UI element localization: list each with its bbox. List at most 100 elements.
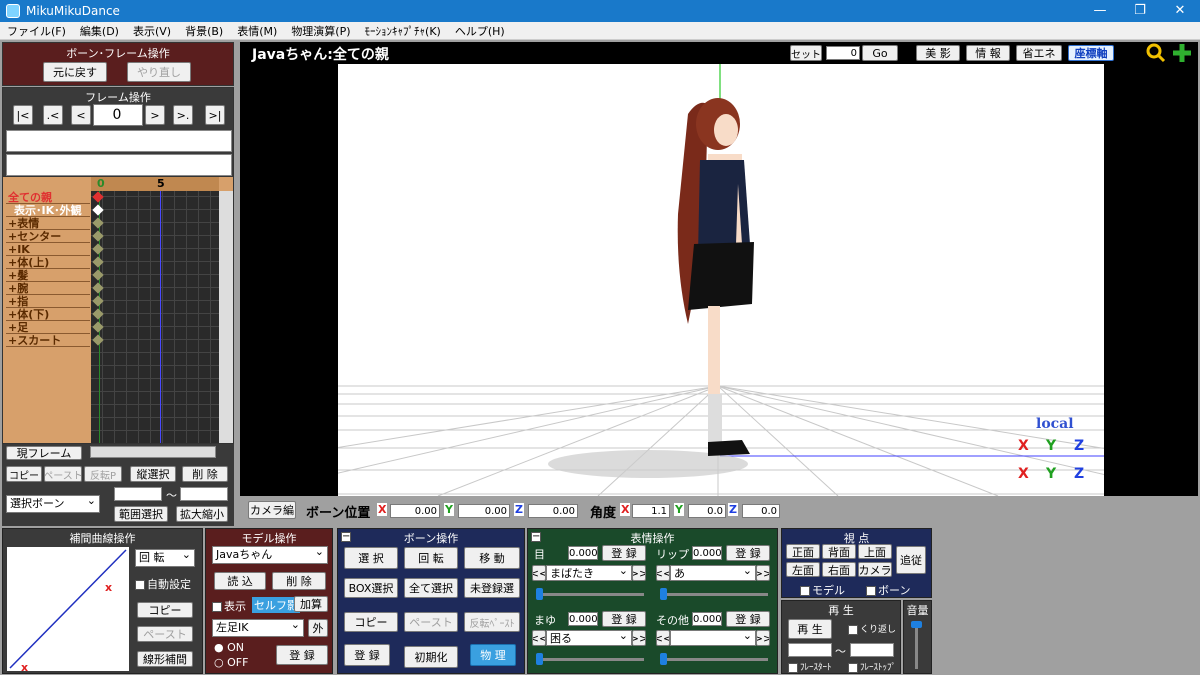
go-button[interactable]: Go bbox=[862, 45, 898, 61]
character-model[interactable] bbox=[668, 94, 778, 464]
morph-brow-next[interactable]: >> bbox=[632, 630, 646, 646]
axis-button[interactable]: 座標軸 bbox=[1068, 45, 1114, 61]
bone-copy-button[interactable]: コピー bbox=[344, 612, 398, 632]
view-follow-button[interactable]: 追従 bbox=[896, 546, 926, 574]
timeline-scrollbar[interactable] bbox=[219, 191, 233, 443]
morph-eye-register[interactable]: 登 録 bbox=[602, 545, 646, 561]
morph-other-value[interactable]: 0.000 bbox=[692, 612, 722, 626]
camera-edit-button[interactable]: カメラ編 bbox=[248, 501, 296, 519]
scale-button[interactable]: 拡大縮小 bbox=[176, 506, 228, 522]
view-camera-button[interactable]: カメラ bbox=[858, 562, 892, 577]
timeline-row[interactable]: 全ての親 bbox=[6, 191, 90, 204]
repeat-checkbox[interactable]: くり返し bbox=[848, 622, 896, 635]
scene-canvas[interactable]: local X Y Z X Y Z bbox=[338, 64, 1104, 496]
x-rotate-icon[interactable]: X bbox=[1018, 438, 1029, 454]
close-icon[interactable]: ✕ bbox=[1160, 0, 1200, 22]
z-move-icon[interactable]: Z bbox=[1074, 466, 1084, 482]
curve-copy-button[interactable]: コピー bbox=[137, 602, 193, 618]
undo-button[interactable]: 元に戻す bbox=[43, 62, 107, 82]
curve-type-dropdown[interactable]: 回 転 bbox=[135, 549, 195, 567]
morph-other-register[interactable]: 登 録 bbox=[726, 611, 770, 627]
set-frame-button[interactable]: セット bbox=[790, 45, 822, 61]
info-button[interactable]: 情 報 bbox=[966, 45, 1010, 61]
timeline-row[interactable]: +センター bbox=[6, 230, 90, 243]
menu-motion-capture[interactable]: ﾓｰｼｮﾝｷｬﾌﾟﾁｬ(K) bbox=[365, 23, 441, 39]
frame-start-checkbox[interactable]: ﾌﾚｰｽﾀｰﾄ bbox=[788, 660, 832, 673]
view-bone-checkbox[interactable]: ボーン bbox=[866, 582, 910, 598]
ik-bone-dropdown[interactable]: 左足IK bbox=[212, 619, 304, 637]
minimize-icon[interactable]: — bbox=[1080, 0, 1120, 22]
play-end-input[interactable] bbox=[850, 643, 894, 657]
timeline-row[interactable]: +指 bbox=[6, 295, 90, 308]
bone-select-button[interactable]: 選 択 bbox=[344, 547, 398, 569]
play-start-input[interactable] bbox=[788, 643, 832, 657]
z-rotate-icon[interactable]: Z bbox=[1074, 438, 1084, 454]
linear-button[interactable]: 線形補間 bbox=[137, 651, 193, 667]
morph-other-slider[interactable] bbox=[660, 653, 768, 665]
timeline-row[interactable]: +体(下) bbox=[6, 308, 90, 321]
unregistered-select-button[interactable]: 未登録選 bbox=[464, 578, 520, 598]
invert-paste-bone-button[interactable]: 反転ﾍﾟｰｽﾄ bbox=[464, 612, 520, 632]
off-radio[interactable]: ○ OFF bbox=[214, 656, 248, 669]
timeline-row[interactable]: +スカート bbox=[6, 334, 90, 347]
last-frame-button[interactable]: >| bbox=[205, 105, 225, 125]
view-top-button[interactable]: 上面 bbox=[858, 544, 892, 559]
menu-physics[interactable]: 物理演算(P) bbox=[291, 23, 350, 39]
morph-other-dropdown[interactable] bbox=[670, 630, 756, 646]
pos-y-input[interactable]: 0.00 bbox=[458, 504, 510, 518]
auto-set-checkbox[interactable]: ✓ 自動設定 bbox=[135, 576, 191, 592]
physics-button[interactable]: 物 理 bbox=[470, 644, 516, 666]
bone-move-button[interactable]: 移 動 bbox=[464, 547, 520, 569]
bone-paste-button[interactable]: ペースト bbox=[404, 612, 458, 632]
invert-paste-button[interactable]: 反転P bbox=[84, 466, 122, 482]
morph-brow-dropdown[interactable]: 困る bbox=[546, 630, 632, 646]
volume-knob[interactable] bbox=[911, 621, 922, 628]
prev-frame-button[interactable]: < bbox=[71, 105, 91, 125]
rot-z-input[interactable]: 0.0 bbox=[742, 504, 780, 518]
first-frame-button[interactable]: |< bbox=[13, 105, 33, 125]
morph-brow-prev[interactable]: << bbox=[532, 630, 546, 646]
y-rotate-icon[interactable]: Y bbox=[1046, 438, 1056, 454]
view-left-button[interactable]: 左面 bbox=[786, 562, 820, 577]
timeline-row[interactable]: +腕 bbox=[6, 282, 90, 295]
self-shadow-toggle[interactable]: セルフ影 bbox=[252, 597, 300, 613]
prev-key-button[interactable]: .< bbox=[43, 105, 63, 125]
y-move-icon[interactable]: Y bbox=[1046, 466, 1056, 482]
range-select-button[interactable]: 範囲選択 bbox=[114, 506, 168, 522]
select-bone-dropdown[interactable]: 選択ボーン bbox=[6, 495, 100, 513]
next-key-button[interactable]: >. bbox=[173, 105, 193, 125]
morph-lip-prev[interactable]: << bbox=[656, 565, 670, 581]
view-front-button[interactable]: 正面 bbox=[786, 544, 820, 559]
timeline-row[interactable]: 表示･IK･外観 bbox=[6, 204, 90, 217]
play-button[interactable]: 再 生 bbox=[788, 619, 832, 639]
show-model-checkbox[interactable]: ✓ 表示 bbox=[212, 598, 246, 614]
add-button[interactable]: 加算 bbox=[294, 596, 328, 612]
frame-number-input[interactable]: 0 bbox=[93, 104, 143, 126]
menu-view[interactable]: 表示(V) bbox=[133, 23, 171, 39]
register-ik-button[interactable]: 登 録 bbox=[276, 645, 328, 665]
morph-other-prev[interactable]: << bbox=[656, 630, 670, 646]
vertical-select-button[interactable]: 縦選択 bbox=[130, 466, 176, 482]
volume-slider[interactable] bbox=[911, 621, 922, 669]
menu-help[interactable]: ヘルプ(H) bbox=[455, 23, 505, 39]
interpolation-curve[interactable]: x x bbox=[7, 547, 129, 671]
morph-eye-prev[interactable]: << bbox=[532, 565, 546, 581]
current-frame-button[interactable]: 現フレーム bbox=[6, 446, 82, 460]
bone-rotate-button[interactable]: 回 転 bbox=[404, 547, 458, 569]
bone-register-button[interactable]: 登 録 bbox=[344, 644, 390, 666]
view-right-button[interactable]: 右面 bbox=[822, 562, 856, 577]
menu-file[interactable]: ファイル(F) bbox=[7, 23, 66, 39]
timeline-row[interactable]: +体(上) bbox=[6, 256, 90, 269]
pos-x-input[interactable]: 0.00 bbox=[390, 504, 440, 518]
morph-brow-slider[interactable] bbox=[536, 653, 644, 665]
frame-stop-checkbox[interactable]: ﾌﾚｰｽﾄｯﾌﾟ bbox=[848, 660, 896, 673]
x-move-icon[interactable]: X bbox=[1018, 466, 1029, 482]
menu-background[interactable]: 背景(B) bbox=[185, 23, 223, 39]
morph-eye-value[interactable]: 0.000 bbox=[568, 546, 598, 560]
morph-brow-register[interactable]: 登 録 bbox=[602, 611, 646, 627]
timeline-row[interactable]: +IK bbox=[6, 243, 90, 256]
pos-z-input[interactable]: 0.00 bbox=[528, 504, 578, 518]
morph-eye-slider[interactable] bbox=[536, 588, 644, 600]
morph-eye-next[interactable]: >> bbox=[632, 565, 646, 581]
on-radio[interactable]: ● ON bbox=[214, 641, 244, 654]
